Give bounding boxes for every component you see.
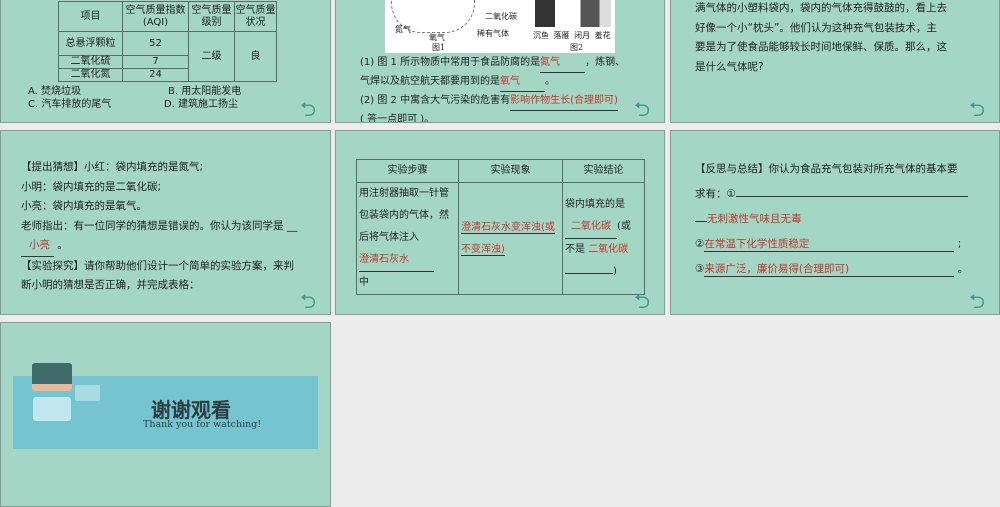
paragraph-line: 【反思与总结】你认为食品充气包装对所充气体的基本要 xyxy=(695,163,958,175)
fig2-label: 闭月 xyxy=(574,31,591,40)
question-text: ，炼钢、 xyxy=(585,57,626,68)
figure-2-labels: 沉鱼 落雁 闭月 羞花 xyxy=(533,30,611,41)
cell-level: 二级 xyxy=(188,31,235,82)
answer-blank: 氮气 xyxy=(540,54,586,73)
slide-5[interactable]: 实验步骤 实验现象 实验结论 用注射器抽取一针管包装袋内的气体，然后将气体注入澄清石… xyxy=(335,130,665,315)
question-text: 气焊以及航空航天都要用到的是 xyxy=(360,76,500,87)
paragraph-line: 【提出猜想】小红：袋内填充的是氮气; xyxy=(21,161,204,173)
step-text: 中 xyxy=(359,277,369,288)
cell-item: 二氧化硫 xyxy=(58,55,123,69)
cell-step: 用注射器抽取一针管包装袋内的气体，然后将气体注入澄清石灰水中 xyxy=(356,182,459,295)
paragraph-text: 求有：① xyxy=(695,188,736,200)
undo-arrow-icon[interactable]: ⮌ xyxy=(634,99,658,119)
undo-arrow-icon[interactable]: ⮌ xyxy=(300,99,324,119)
answer-blank: 澄清石灰水 xyxy=(359,249,434,272)
answer-blank: 二氧化碳 xyxy=(565,216,617,239)
chalkboard-image xyxy=(32,363,72,391)
slide-4[interactable]: 【提出猜想】小红：袋内填充的是氮气; 小明：袋内填充的是二氧化碳; 小亮：袋内填… xyxy=(0,130,331,315)
answer-blank: 澄清石灰水变浑浊(或不变浑浊) xyxy=(461,221,555,256)
paragraph-line: 小明：袋内填充的是二氧化碳; xyxy=(21,180,162,193)
conclusion-text: ) xyxy=(613,266,617,277)
option-d: D. 建筑施工扬尘 xyxy=(164,99,239,110)
paragraph-line: 老师指出：有一位同学的猜想是错误的。你认为该同学是 __ xyxy=(21,219,298,232)
header-phenomenon: 实验现象 xyxy=(458,159,563,183)
answer-1: 无刺激性气味且无毒 xyxy=(707,213,802,225)
paragraph-line: 要是为了使食品能够较长时间地保鲜、保质。那么，这 xyxy=(695,41,947,53)
paragraph-text: 。 xyxy=(57,239,68,251)
paragraph-line: 满气体的小塑料袋内，袋内的气体充得鼓鼓的，看上去 xyxy=(695,2,947,14)
paragraph-line: 断小明的猜想是否正确，并完成表格： xyxy=(21,279,200,291)
header-conclusion: 实验结论 xyxy=(562,159,645,183)
header-level: 空气质量级别 xyxy=(188,1,235,32)
decor-rect xyxy=(33,397,71,421)
header-aqi: 空气质量指数 (AQI) xyxy=(122,1,189,32)
cell-aqi: 24 xyxy=(122,68,189,82)
label-rare-gas: 稀有气体 xyxy=(477,29,509,38)
question-2-text: (2) 图 2 中寓含大气污染的危害有 xyxy=(360,95,511,106)
cell-item: 总悬浮颗粒 xyxy=(58,31,123,56)
slide-3[interactable]: 满气体的小塑料袋内，袋内的气体充得鼓鼓的，看上去 好像一个小“枕头”。他们认为这… xyxy=(670,0,1000,123)
paragraph-line: 【实验探究】请你帮助他们设计一个简单的实验方案，来判 xyxy=(21,259,294,272)
number-label: ② xyxy=(695,238,705,250)
option-a: A. 焚烧垃圾 xyxy=(28,86,82,97)
header-step: 实验步骤 xyxy=(356,159,459,183)
cell-aqi: 52 xyxy=(122,31,189,56)
undo-arrow-icon[interactable]: ⮌ xyxy=(969,291,993,311)
cell-phenomenon: 澄清石灰水变浑浊(或不变浑浊) xyxy=(458,182,563,295)
answer-blank: 氧气 xyxy=(500,73,545,92)
fig2-label: 落雁 xyxy=(553,31,570,40)
figure-panel: 二氧化碳 氮气 氧气 稀有气体 图1 沉鱼 落雁 闭月 羞花 图2 xyxy=(385,0,615,53)
answer-blank: 影响作物生长(合理即可) xyxy=(510,92,618,111)
figure-2-caption: 图2 xyxy=(570,43,584,52)
punctuation: 。 xyxy=(957,263,969,275)
header-item: 项目 xyxy=(58,1,123,32)
air-quality-table: 项目 空气质量指数 (AQI) 空气质量级别 空气质量状况 总悬浮颗粒 52 二级良 二氧… xyxy=(58,1,277,82)
label-co2: 二氧化碳 xyxy=(485,12,517,21)
step-text: 用注射器抽取一针管包装袋内的气体，然后将气体注入 xyxy=(359,188,449,243)
label-n2: 氮气 xyxy=(395,25,411,34)
undo-arrow-icon[interactable]: ⮌ xyxy=(634,291,658,311)
answer-2: 在常温下化学性质稳定 xyxy=(704,237,955,252)
cell-status: 良 xyxy=(234,31,277,82)
paragraph-line: 小亮：袋内填充的是氧气。 xyxy=(21,200,147,212)
figure-2-image xyxy=(535,0,611,27)
slide-7[interactable]: 谢谢观看 Thank you for watching! xyxy=(0,322,331,507)
cell-aqi: 7 xyxy=(122,55,189,69)
answer-blank: 二氧化碳 xyxy=(588,244,629,255)
fig2-label: 羞花 xyxy=(594,31,611,40)
slide-1[interactable]: 项目 空气质量指数 (AQI) 空气质量级别 空气质量状况 总悬浮颗粒 52 二级良 二氧… xyxy=(0,0,331,123)
conclusion-text: 不是 xyxy=(565,244,585,255)
cell-item: 二氧化氮 xyxy=(58,68,123,82)
answer-3: 来源广泛，廉价易得(合理即可) xyxy=(704,262,955,277)
question-text: 。 xyxy=(545,76,555,87)
slide-6[interactable]: 【反思与总结】你认为食品充气包装对所充气体的基本要 求有：① 无刺激性气味且无毒… xyxy=(670,130,1000,315)
experiment-table: 实验步骤 实验现象 实验结论 用注射器抽取一针管包装袋内的气体，然后将气体注入澄清石… xyxy=(356,159,645,295)
cell-conclusion: 袋内填充的是 二氧化碳 (或 不是 二氧化碳) xyxy=(562,182,645,295)
conclusion-text: 袋内填充的是 xyxy=(565,199,625,210)
header-status: 空气质量状况 xyxy=(234,1,277,32)
number-label: ③ xyxy=(695,263,705,275)
question-text: ( 答一点即可 )。 xyxy=(360,114,435,123)
decor-rect xyxy=(75,385,100,401)
paragraph-line: 是什么气体呢? xyxy=(695,60,764,73)
figure-1-caption: 图1 xyxy=(432,43,446,52)
question-1-text: (1) 图 1 所示物质中常用于食品防腐的是 xyxy=(360,57,541,68)
conclusion-text: (或 xyxy=(617,221,631,232)
fig2-label: 沉鱼 xyxy=(533,31,549,40)
closing-subtitle: Thank you for watching! xyxy=(143,419,262,430)
punctuation: ; xyxy=(957,238,962,250)
undo-arrow-icon[interactable]: ⮌ xyxy=(969,99,993,119)
option-c: C. 汽车排放的尾气 xyxy=(28,99,112,110)
slide-2[interactable]: 二氧化碳 氮气 氧气 稀有气体 图1 沉鱼 落雁 闭月 羞花 图2 (1) 图 … xyxy=(335,0,665,123)
paragraph-line: 好像一个小“枕头”。他们认为这种充气包装技术，主 xyxy=(695,21,937,34)
undo-arrow-icon[interactable]: ⮌ xyxy=(300,291,324,311)
option-b: B. 用太阳能发电 xyxy=(168,86,242,97)
answer-blank: 小亮 xyxy=(21,236,54,257)
